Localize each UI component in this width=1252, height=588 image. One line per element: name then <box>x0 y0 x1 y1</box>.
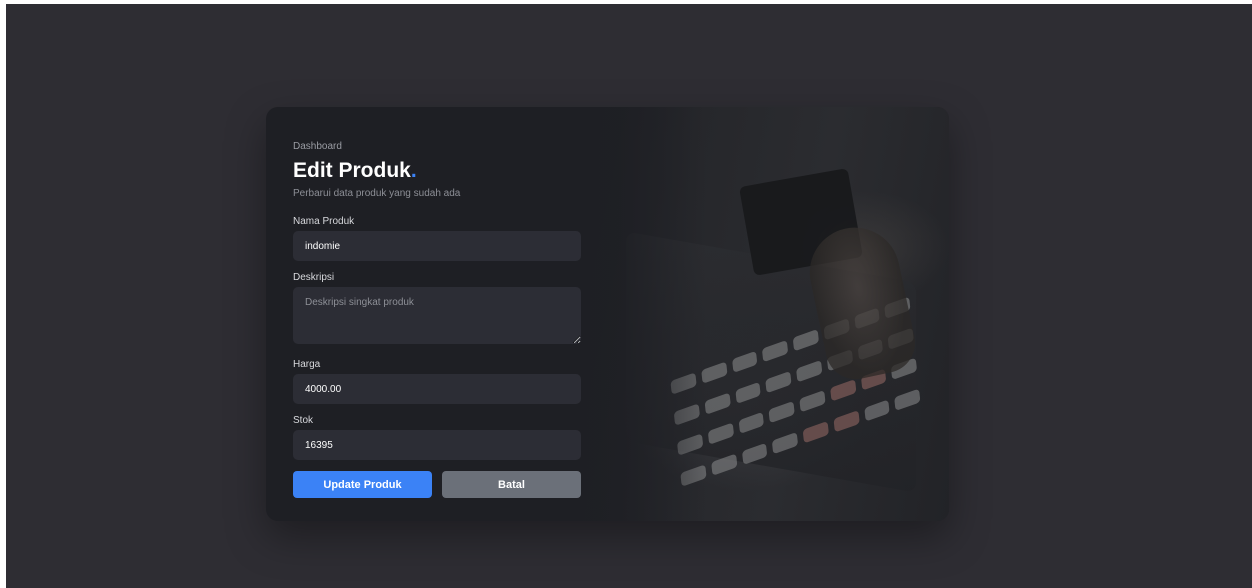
stok-input[interactable] <box>293 430 581 460</box>
cancel-button[interactable]: Batal <box>442 471 581 498</box>
title-accent-dot: . <box>410 159 417 182</box>
page-background: Dashboard Edit Produk. Perbarui data pro… <box>6 4 1252 588</box>
page-title: Edit Produk. <box>293 159 417 183</box>
harga-input[interactable] <box>293 374 581 404</box>
breadcrumb[interactable]: Dashboard <box>293 141 342 152</box>
nama-produk-label: Nama Produk <box>293 216 355 227</box>
edit-product-card: Dashboard Edit Produk. Perbarui data pro… <box>266 107 949 521</box>
update-product-button[interactable]: Update Produk <box>293 471 432 498</box>
edit-product-form: Dashboard Edit Produk. Perbarui data pro… <box>266 107 616 521</box>
cash-register-photo <box>566 107 949 521</box>
harga-label: Harga <box>293 359 321 370</box>
stok-label: Stok <box>293 415 314 426</box>
deskripsi-textarea[interactable] <box>293 287 581 344</box>
deskripsi-label: Deskripsi <box>293 272 335 283</box>
page-subtitle: Perbarui data produk yang sudah ada <box>293 188 461 199</box>
page-title-text: Edit Produk <box>293 159 411 182</box>
nama-produk-input[interactable] <box>293 231 581 261</box>
